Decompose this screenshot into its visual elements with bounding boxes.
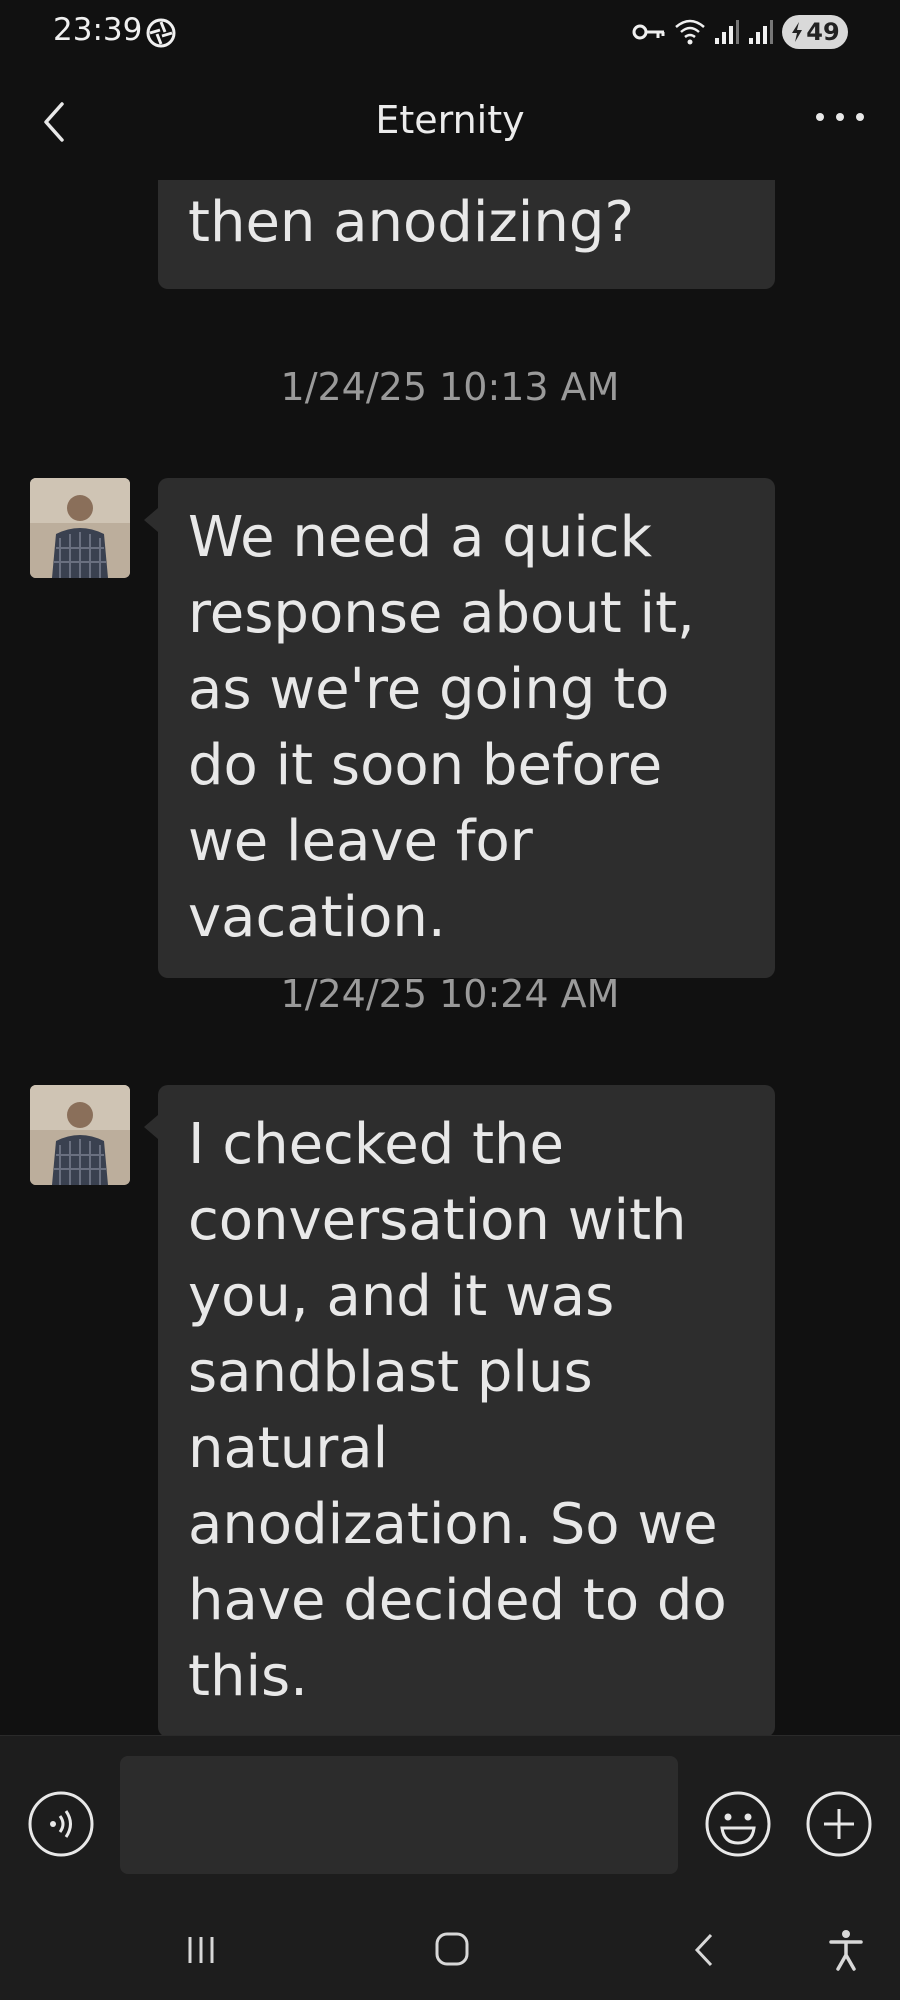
aperture-icon (146, 18, 176, 48)
message-text: I checked the conversation with you, and… (188, 1112, 727, 1709)
emoji-icon[interactable] (703, 1789, 773, 1859)
message-bubble[interactable]: I checked the conversation with you, and… (144, 1085, 775, 1735)
plus-icon[interactable] (804, 1789, 874, 1859)
accessibility-icon[interactable] (821, 1925, 871, 1975)
avatar[interactable] (30, 478, 130, 578)
status-icons: 49 (632, 14, 848, 50)
avatar[interactable] (30, 1085, 130, 1185)
status-bar: 23:39 49 (0, 0, 900, 64)
avatar-image (30, 1085, 130, 1185)
chat-header: Eternity (0, 64, 900, 180)
message-timestamp: 1/24/25 10:13 AM (280, 365, 620, 409)
home-icon[interactable] (427, 1925, 477, 1975)
message-bubble[interactable]: then anodizing? (158, 180, 775, 289)
message-list[interactable]: then anodizing? 1/24/25 10:13 AM We need… (0, 180, 900, 1735)
battery-indicator: 49 (782, 15, 848, 49)
battery-level: 49 (806, 18, 840, 46)
system-navigation-bar (0, 1895, 900, 2000)
signal-icon (715, 20, 739, 44)
status-time: 23:39 (53, 12, 143, 48)
message-composer (0, 1735, 900, 1896)
message-bubble[interactable]: We need a quick response about it, as we… (144, 478, 775, 978)
signal-icon (749, 20, 773, 44)
voice-icon[interactable] (26, 1789, 96, 1859)
message-text: We need a quick response about it, as we… (188, 505, 695, 950)
recent-apps-icon[interactable] (176, 1925, 226, 1975)
battery-charging-icon (792, 22, 803, 42)
wifi-icon (675, 19, 705, 45)
page-title: Eternity (375, 98, 525, 142)
key-icon (632, 24, 665, 40)
message-text: then anodizing? (188, 190, 635, 255)
avatar-image (30, 478, 130, 578)
more-dots-icon[interactable] (810, 102, 870, 132)
message-timestamp: 1/24/25 10:24 AM (280, 972, 620, 1016)
message-input[interactable] (120, 1756, 678, 1874)
back-icon[interactable] (680, 1925, 730, 1975)
